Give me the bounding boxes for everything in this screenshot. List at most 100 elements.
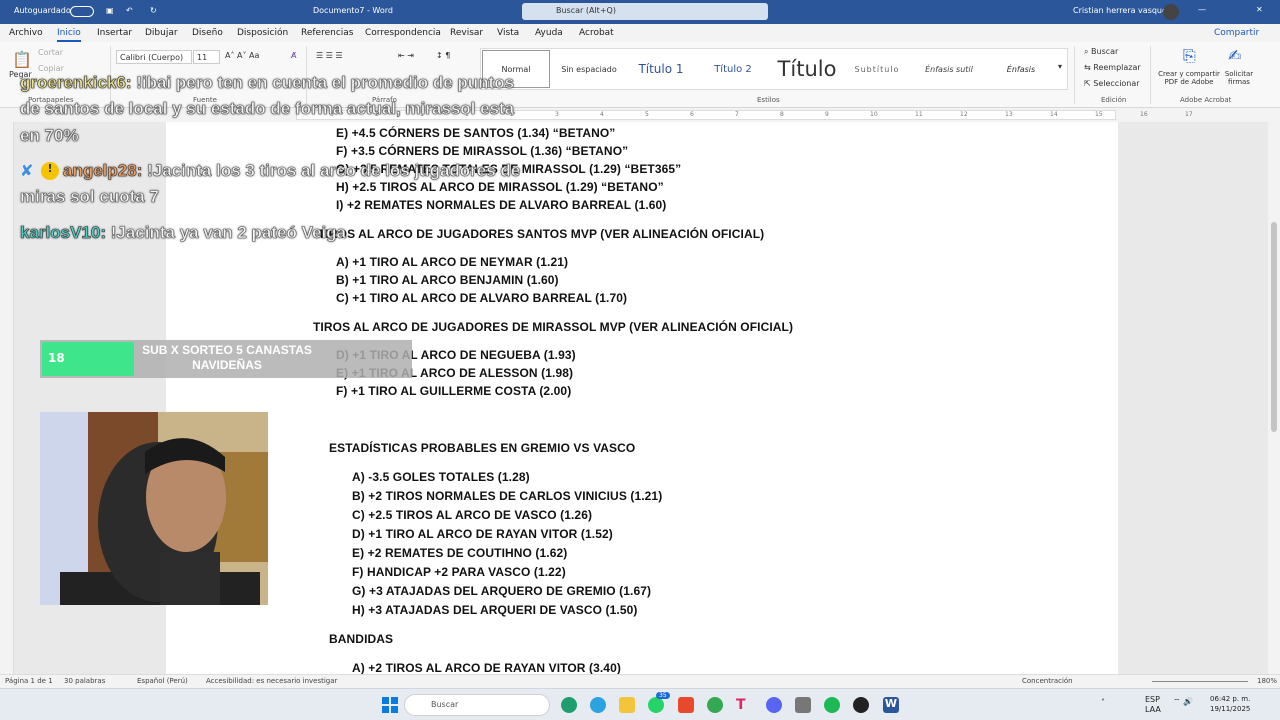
chat-message: de santos de local y su estado de forma … [20,99,515,119]
request-sign-button[interactable]: Solicitar firmas [1222,70,1256,86]
title-search-box[interactable]: Buscar (Alt+Q) [522,3,768,20]
tab-dibujar[interactable]: Dibujar [145,28,178,38]
cut-button[interactable]: Cortar [38,48,63,57]
chat-text: !Jacinta los 3 tiros al arco de los juga… [142,161,521,181]
focus-button[interactable]: Concentración [1022,677,1073,685]
vertical-scrollbar[interactable] [1268,122,1280,674]
tab-revisar[interactable]: Revisar [450,28,483,38]
chat-message: angelp28: !Jacinta los 3 tiros al arco d… [63,161,521,181]
tab-acrobat[interactable]: Acrobat [579,28,614,38]
title-bar: Autoguardado ▣ ↶ ↻ Documento7 - Word Bus… [0,0,1280,24]
doc-line: H) +3 ATAJADAS DEL ARQUERI DE VASCO (1.5… [352,603,638,617]
chat-message: en 70% [20,126,79,146]
style-subtitulo[interactable]: Subtítulo [845,50,909,88]
zoom-slider[interactable] [1152,681,1248,682]
style-label: Énfasis sutil [925,64,973,74]
doc-line: C) +2.5 TIROS AL ARCO DE VASCO (1.26) [352,508,593,522]
close-icon[interactable]: ✕ [1256,5,1263,14]
styles-more-icon[interactable]: ▾ [1058,62,1062,71]
tab-correspondencia[interactable]: Correspondencia [365,28,441,38]
webcam-feed [40,412,268,605]
tab-referencias[interactable]: Referencias [301,28,354,38]
avatar[interactable] [1163,4,1179,20]
doc-line: H) +2.5 TIROS AL ARCO DE MIRASSOL (1.29)… [336,180,664,194]
tab-disposicion[interactable]: Disposición [237,28,288,38]
telegram-icon[interactable] [590,697,606,713]
save-icon[interactable]: ▣ [106,6,114,15]
group-label: Adobe Acrobat [1180,96,1232,104]
doc-line: D) +1 TIRO AL ARCO DE RAYAN VITOR (1.52) [352,527,613,541]
tiktok-icon[interactable]: T [736,697,752,713]
doc-heading: BANDIDAS [329,632,394,646]
clear-format-icon[interactable]: A̸ [291,51,296,60]
wifi-icon[interactable]: ⌔ 🔊 [1173,697,1193,707]
select-label: Seleccionar [1093,79,1140,88]
document-title: Documento7 - Word [313,6,393,15]
pdf-icon: ⎘ [1183,46,1196,65]
copy-button[interactable]: Copiar [38,64,64,73]
create-pdf-button[interactable]: Crear y compartir PDF de Adobe [1157,70,1221,86]
style-titulo1[interactable]: Título 1 [627,50,695,88]
doc-line: E) +2 REMATES DE COUTIHNO (1.62) [352,546,568,560]
tab-vista[interactable]: Vista [497,28,519,38]
vertical-ruler[interactable] [0,122,14,674]
document-page[interactable]: E) +4.5 CÓRNERS DE SANTOS (1.34) “BETANO… [166,122,1118,674]
obs-icon[interactable] [853,697,869,713]
clock[interactable]: 06:42 p. m. 19/11/2025 [1210,694,1250,714]
font-select[interactable]: Calibri (Cuerpo) [116,50,192,64]
autosave-label: Autoguardado [14,6,71,15]
chrome-icon[interactable] [707,697,723,713]
word-count[interactable]: 30 palabras [64,677,105,685]
language-indicator[interactable]: ESP LAA [1145,695,1161,715]
font-size-value: 11 [197,53,208,62]
accessibility-status[interactable]: Accesibilidad: es necesario investigar [206,677,337,685]
font-size-select[interactable]: 11 [193,50,220,64]
autosave-toggle[interactable] [70,6,94,17]
share-button[interactable]: Compartir [1214,28,1259,38]
ruler-tick-label: 3 [555,111,559,118]
undo-icon[interactable]: ↶ [126,6,133,15]
redo-icon[interactable]: ↻ [150,6,157,15]
ruler-tick-label: 8 [780,111,784,118]
edge-icon[interactable] [561,697,577,713]
sort-icon[interactable]: ↕ ¶ [436,51,450,60]
bullets-icon[interactable]: ☰ ☰ ☰ [316,51,343,60]
style-enfasis-sutil[interactable]: Énfasis sutil [913,50,985,88]
start-icon[interactable] [382,697,398,713]
style-enfasis[interactable]: Énfasis [989,50,1053,88]
style-titulo[interactable]: Título [771,50,843,88]
tab-ayuda[interactable]: Ayuda [535,28,563,38]
style-titulo2[interactable]: Título 2 [699,50,767,88]
user-name[interactable]: Cristian herrera vasquez [1073,6,1171,15]
spotify-icon[interactable] [824,697,840,713]
scroll-thumb[interactable] [1271,222,1277,432]
chevron-up-icon[interactable]: ˄ [1101,698,1105,707]
calculator-icon[interactable] [795,697,811,713]
find-label: Buscar [1091,47,1119,56]
discord-icon[interactable] [766,697,782,713]
group-label: Estilos [757,96,780,104]
select-button[interactable]: ⇱ Seleccionar [1084,79,1140,88]
whatsapp-icon[interactable] [648,697,664,713]
style-sin-espaciado[interactable]: Sin espaciado [555,50,623,88]
paste-icon[interactable]: 📋 [12,50,32,69]
word-icon[interactable]: W [883,697,899,713]
folder-icon[interactable] [619,697,635,713]
zoom-level[interactable]: 180% [1257,677,1277,685]
doc-line: B) +2 TIROS NORMALES DE CARLOS VINICIUS … [352,489,663,503]
tab-archivo[interactable]: Archivo [9,28,43,38]
tab-diseno[interactable]: Diseño [192,28,223,38]
brave-icon[interactable] [678,697,694,713]
taskbar-search[interactable]: Buscar [404,694,550,716]
tab-insertar[interactable]: Insertar [97,28,132,38]
font-value: Calibri (Cuerpo) [120,53,184,62]
grow-font-icon[interactable]: A˄ A˅ Aa [225,51,259,60]
indent-icon[interactable]: ⇤ ⇥ [398,51,414,60]
minimize-icon[interactable]: — [1198,5,1206,14]
tab-inicio[interactable]: Inicio [57,28,81,42]
language-status[interactable]: Español (Perú) [137,677,188,685]
page-count[interactable]: Página 1 de 1 [5,677,53,685]
replace-button[interactable]: ⇆ Reemplazar [1084,63,1141,72]
taskbar: Buscar 35 T W ˄ ESP LAA ⌔ 🔊 06:42 p. m. 19… [0,688,1280,720]
find-button[interactable]: ⌕ Buscar [1084,47,1118,57]
